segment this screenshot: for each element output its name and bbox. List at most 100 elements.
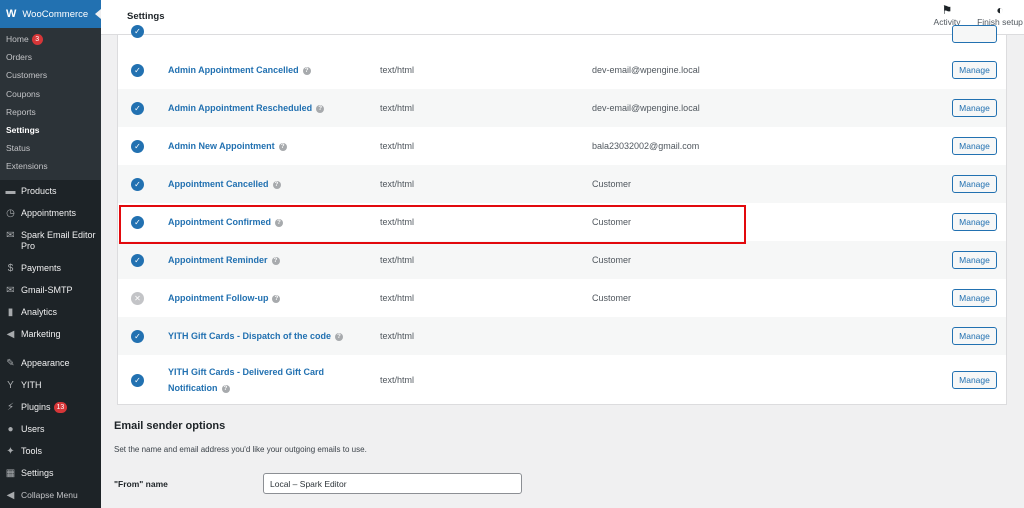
manage-button[interactable]: Manage — [952, 289, 997, 307]
menu-appointments[interactable]: ◷ Appointments — [0, 202, 101, 224]
menu-payments[interactable]: $ Payments — [0, 257, 101, 279]
help-icon[interactable]: ? — [275, 218, 283, 227]
content-type: text/html — [380, 103, 415, 113]
email-name-link[interactable]: Appointment Cancelled? — [168, 176, 338, 192]
submenu-home[interactable]: Home 3 — [0, 30, 101, 48]
users-icon: ● — [7, 423, 14, 435]
email-name-link[interactable]: Appointment Follow-up? — [168, 290, 338, 306]
menu-products[interactable]: ▬ Products — [0, 180, 101, 202]
from-name-input[interactable] — [263, 473, 522, 494]
menu-spark-email-editor[interactable]: ✉ Spark Email Editor Pro — [0, 224, 101, 257]
bar-chart-icon: ▮ — [7, 306, 14, 318]
content-type: text/html — [380, 375, 415, 385]
submenu-reports[interactable]: Reports — [0, 103, 101, 121]
recipient: dev-email@wpengine.local — [592, 65, 700, 75]
menu-tools[interactable]: ✦ Tools — [0, 440, 101, 462]
table-row: ✓ Admin Appointment Cancelled? text/html… — [118, 51, 1006, 89]
finish-setup-button[interactable]: ◐ Finish setup — [974, 3, 1024, 27]
email-name: YITH Gift Cards - Dispatch of the code — [168, 331, 332, 341]
home-count-badge: 3 — [31, 34, 43, 46]
table-row: ✓ YITH Gift Cards - Dispatch of the code… — [118, 317, 1006, 355]
content-type: text/html — [380, 331, 415, 341]
submenu-extensions[interactable]: Extensions — [0, 157, 101, 175]
email-name-link[interactable]: Admin Appointment Cancelled? — [168, 62, 338, 78]
activity-button[interactable]: ⚑ Activity — [925, 3, 969, 27]
menu-marketing[interactable]: ◀ Marketing — [0, 323, 101, 352]
email-name-link[interactable]: Appointment Confirmed? — [168, 214, 338, 230]
email-name: Appointment Follow-up — [168, 293, 269, 303]
content-type: text/html — [380, 217, 415, 227]
manage-button[interactable]: Manage — [952, 327, 997, 345]
menu-label: Gmail-SMTP — [21, 284, 73, 295]
flag-icon: ⚑ — [941, 3, 953, 17]
email-name-link[interactable]: YITH Gift Cards - Delivered Gift Card No… — [168, 364, 338, 396]
menu-gmail-smtp[interactable]: ✉ Gmail-SMTP — [0, 279, 101, 301]
help-icon[interactable]: ? — [316, 104, 325, 113]
help-icon[interactable]: ? — [272, 294, 281, 303]
menu-label: Appearance — [21, 357, 70, 368]
dollar-icon: $ — [7, 262, 14, 274]
menu-analytics[interactable]: ▮ Analytics — [0, 301, 101, 323]
manage-button[interactable]: Manage — [952, 213, 997, 231]
email-name-link[interactable]: Appointment Reminder? — [168, 252, 338, 268]
email-name: Admin Appointment Cancelled — [168, 65, 299, 75]
table-row: ✓ YITH Gift Cards - Delivered Gift Card … — [118, 355, 1006, 405]
submenu-status[interactable]: Status — [0, 139, 101, 157]
submenu-orders[interactable]: Orders — [0, 48, 101, 66]
help-icon[interactable]: ? — [302, 66, 311, 75]
submenu-customers[interactable]: Customers — [0, 66, 101, 84]
menu-label: Spark Email Editor Pro — [21, 229, 96, 251]
menu-label: Marketing — [21, 328, 61, 339]
email-name: Appointment Cancelled — [168, 179, 269, 189]
menu-label: Products — [21, 185, 57, 196]
help-icon[interactable]: ? — [335, 332, 344, 341]
enabled-check-icon: ✓ — [131, 215, 144, 229]
email-name-link[interactable]: Admin Appointment Rescheduled? — [168, 100, 368, 116]
submenu-settings[interactable]: Settings — [0, 121, 101, 139]
table-row: ✓ Admin New Appointment? text/html bala2… — [118, 127, 1006, 165]
admin-sidebar: W WooCommerce Home 3 Orders Customers Cou… — [0, 0, 101, 508]
settings-icon: ▦ — [5, 467, 16, 479]
table-row: ✕ Appointment Follow-up? text/html Custo… — [118, 279, 1006, 317]
help-icon[interactable]: ? — [272, 180, 281, 189]
mail-icon: ✉ — [6, 284, 15, 296]
manage-button[interactable]: Manage — [952, 371, 997, 389]
manage-button[interactable]: Manage — [952, 99, 997, 117]
email-name: Admin Appointment Rescheduled — [168, 103, 313, 113]
menu-label: Payments — [21, 262, 62, 273]
woocommerce-submenu: Home 3 Orders Customers Coupons Reports S… — [0, 28, 101, 180]
menu-plugins[interactable]: ⚡ Plugins 13 — [0, 396, 101, 418]
menu-yith[interactable]: Y YITH — [0, 374, 101, 396]
menu-label: YITH — [21, 379, 42, 390]
help-icon[interactable]: ? — [271, 256, 280, 265]
email-name-link[interactable]: YITH Gift Cards - Dispatch of the code? — [168, 328, 388, 344]
archive-icon: ▬ — [5, 185, 16, 197]
enabled-check-icon: ✓ — [131, 177, 144, 191]
woocommerce-menu-item[interactable]: W WooCommerce — [0, 0, 101, 28]
submenu-home-label: Home — [6, 34, 29, 44]
recipient: Customer — [592, 255, 632, 265]
manage-button[interactable]: Manage — [952, 175, 997, 193]
manage-button[interactable]: Manage — [952, 61, 997, 79]
help-icon[interactable]: ? — [278, 142, 287, 151]
table-row-partial: ✓ — [118, 25, 1006, 43]
from-name-label: "From" name — [114, 479, 168, 489]
manage-button-partial[interactable] — [952, 25, 997, 43]
submenu-coupons[interactable]: Coupons — [0, 85, 101, 103]
menu-settings[interactable]: ▦ Settings — [0, 462, 101, 484]
menu-appearance[interactable]: ✎ Appearance — [0, 352, 101, 374]
menu-users[interactable]: ● Users — [0, 418, 101, 440]
collapse-icon: ◀ — [6, 489, 15, 501]
menu-label: Tools — [21, 445, 43, 456]
manage-button[interactable]: Manage — [952, 251, 997, 269]
plugin-icon: ⚡ — [6, 401, 15, 413]
email-name: YITH Gift Cards - Delivered Gift Card No… — [168, 367, 325, 393]
collapse-menu-button[interactable]: ◀ Collapse Menu — [0, 484, 101, 506]
enabled-check-icon: ✓ — [131, 253, 144, 267]
email-name-link[interactable]: Admin New Appointment? — [168, 138, 338, 154]
help-icon[interactable]: ? — [221, 384, 230, 393]
manage-button[interactable]: Manage — [952, 137, 997, 155]
paintbrush-icon: ✎ — [6, 357, 15, 369]
recipient: Customer — [592, 179, 632, 189]
sender-options-description: Set the name and email address you'd lik… — [114, 445, 367, 454]
